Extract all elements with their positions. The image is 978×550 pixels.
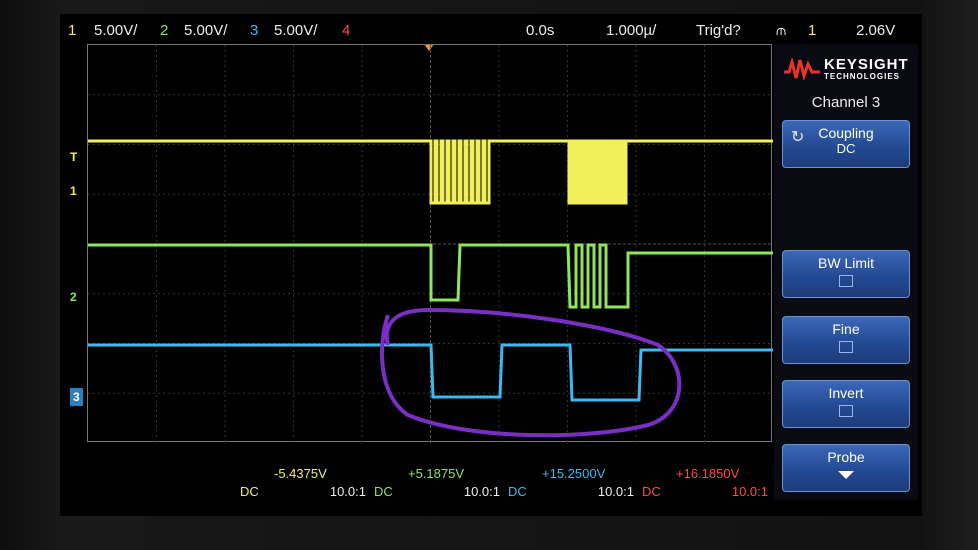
ch3-offset: +15.2500V	[542, 466, 606, 481]
probe-softkey[interactable]: Probe	[782, 444, 910, 492]
time-scale[interactable]: 1.000µ/	[606, 22, 656, 39]
fine-checkbox-icon	[839, 341, 853, 353]
trigger-level-marker: T	[70, 150, 78, 164]
trigger-source: 1	[808, 22, 817, 39]
fine-softkey[interactable]: Fine	[782, 316, 910, 364]
hand-drawn-circle-annotation	[380, 307, 682, 438]
ch1-ground-marker: 1	[70, 184, 77, 198]
ch3-scale[interactable]: 5.00V/	[274, 22, 317, 39]
ch2-ground-marker: 2	[70, 290, 77, 304]
brand-subtitle: TECHNOLOGIES	[824, 72, 901, 81]
bw-limit-label: BW Limit	[818, 255, 874, 271]
ch2-probe: 10.0:1	[463, 484, 500, 499]
ch3-readout[interactable]: +15.2500V DC 10.0:1	[504, 462, 638, 506]
ch2-number: 2	[160, 22, 169, 39]
ch4-number: 4	[342, 22, 351, 39]
channel-readout-bar: -5.4375V DC 10.0:1 +5.1875V DC 10.0:1 +1…	[60, 462, 772, 510]
trigger-status: Trig'd?	[696, 22, 741, 39]
ch1-scale[interactable]: 5.00V/	[94, 22, 137, 39]
invert-softkey[interactable]: Invert	[782, 380, 910, 428]
ch4-offset: +16.1850V	[676, 466, 740, 481]
brand-name: KEYSIGHT	[824, 56, 909, 73]
ch2-trace	[88, 243, 773, 309]
ch4-coupling: DC	[642, 484, 661, 499]
ch1-probe: 10.0:1	[329, 484, 366, 499]
waveform-svg	[88, 45, 773, 443]
top-status-bar: 1 5.00V/ 2 5.00V/ 3 5.00V/ 4 0.0s 1.000µ…	[60, 18, 922, 44]
invert-checkbox-icon	[839, 405, 853, 417]
time-offset[interactable]: 0.0s	[526, 22, 554, 39]
ch2-offset: +5.1875V	[408, 466, 465, 481]
ch3-coupling: DC	[508, 484, 527, 499]
ch3-number: 3	[250, 22, 259, 39]
ch1-coupling: DC	[240, 484, 259, 499]
ch3-probe: 10.0:1	[597, 484, 634, 499]
probe-label: Probe	[827, 449, 865, 465]
ch2-coupling: DC	[374, 484, 393, 499]
ch2-scale[interactable]: 5.00V/	[184, 22, 227, 39]
ch1-number: 1	[68, 22, 77, 39]
keysight-wave-icon	[784, 58, 820, 80]
fine-label: Fine	[832, 321, 860, 337]
ch2-readout[interactable]: +5.1875V DC 10.0:1	[370, 462, 504, 506]
chevron-down-icon	[838, 471, 854, 479]
bw-limit-softkey[interactable]: BW Limit	[782, 250, 910, 298]
coupling-softkey[interactable]: ↻ Coupling DC	[782, 120, 910, 168]
ch1-trace	[88, 139, 773, 205]
trigger-level[interactable]: 2.06V	[856, 22, 895, 39]
ch4-readout[interactable]: +16.1850V DC 10.0:1	[638, 462, 772, 506]
ch4-probe: 10.0:1	[731, 484, 768, 499]
invert-label: Invert	[828, 385, 864, 401]
softkey-panel: KEYSIGHT TECHNOLOGIES Channel 3 ↻ Coupli…	[774, 44, 918, 500]
cycle-icon: ↻	[791, 129, 805, 146]
ch1-offset: -5.4375V	[274, 466, 327, 481]
trigger-edge-icon: ⫙	[776, 22, 787, 39]
waveform-display[interactable]	[87, 44, 773, 443]
menu-title: Channel 3	[811, 94, 881, 111]
ch3-ground-marker: 3	[70, 388, 83, 406]
bw-limit-checkbox-icon	[839, 275, 853, 287]
ch1-readout[interactable]: -5.4375V DC 10.0:1	[236, 462, 370, 506]
keysight-logo: KEYSIGHT TECHNOLOGIES	[784, 54, 916, 84]
